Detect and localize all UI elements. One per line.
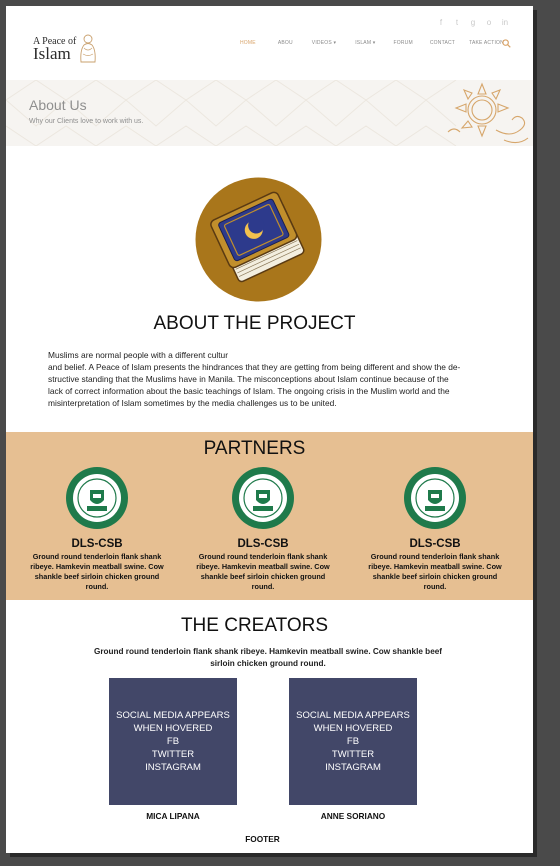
nav-home[interactable]: HOME: [240, 40, 256, 46]
google-plus-icon[interactable]: g: [469, 19, 477, 27]
instagram-link[interactable]: INSTAGRAM: [325, 761, 381, 774]
partner-name: DLS-CSB: [237, 538, 289, 550]
college-seal-icon: [404, 467, 466, 529]
partners-section: PARTNERS DLS-CSB Ground round tenderloin…: [6, 432, 533, 600]
college-seal-icon: [232, 467, 294, 529]
about-line: Muslims are normal people with a differe…: [48, 350, 228, 360]
facebook-link[interactable]: FB: [167, 735, 179, 748]
partner-card[interactable]: DLS-CSB Ground round tenderloin flank sh…: [29, 466, 165, 592]
creators-description: Ground round tenderloin flank shank ribe…: [93, 647, 443, 668]
facebook-icon[interactable]: f: [437, 19, 445, 27]
nav-islam[interactable]: ISLAM ▾: [355, 40, 375, 46]
facebook-link[interactable]: FB: [347, 735, 359, 748]
nav-take-action[interactable]: TAKE ACTION: [469, 40, 504, 46]
card-text: SOCIAL MEDIA APPEARS: [296, 710, 410, 721]
site-logo[interactable]: A Peace of Islam: [33, 32, 99, 66]
partner-name: DLS-CSB: [409, 538, 461, 550]
praying-figure-icon: [80, 34, 96, 63]
nav-videos[interactable]: VIDEOS ▾: [312, 40, 336, 46]
partner-description: Ground round tenderloin flank shank ribe…: [368, 552, 502, 591]
twitter-icon[interactable]: t: [453, 19, 461, 27]
partner-card[interactable]: DLS-CSB Ground round tenderloin flank sh…: [367, 466, 503, 592]
logo-line-2: Islam: [33, 44, 71, 63]
twitter-link[interactable]: TWITTER: [152, 748, 194, 761]
nav-about[interactable]: ABOU: [278, 40, 293, 46]
about-paragraph: Muslims are normal people with a differe…: [48, 349, 508, 409]
page-title: About Us: [29, 97, 87, 113]
about-line: structive standing that the Muslims have…: [48, 374, 449, 384]
creator-card[interactable]: SOCIAL MEDIA APPEARS WHEN HOVERED FB TWI…: [289, 678, 417, 821]
search-icon[interactable]: [502, 39, 511, 48]
sun-icon: [447, 82, 529, 144]
social-links: f t g o in: [437, 19, 509, 27]
about-line: lack of correct information about the ba…: [48, 386, 450, 396]
about-line: and belief. A Peace of Islam presents th…: [48, 362, 461, 372]
nav-contact[interactable]: CONTACT: [430, 40, 455, 46]
card-text: WHEN HOVERED: [133, 723, 213, 734]
page-banner: About Us Why our Clients love to work wi…: [6, 80, 533, 146]
nav-forum[interactable]: FORUM: [394, 40, 413, 46]
creator-name: ANNE SORIANO: [320, 811, 386, 821]
footer: FOOTER: [245, 834, 280, 844]
card-text: WHEN HOVERED: [313, 723, 393, 734]
dribbble-icon[interactable]: o: [485, 19, 493, 27]
creator-name: MICA LIPANA: [146, 811, 200, 821]
partner-description: Ground round tenderloin flank shank ribe…: [30, 552, 164, 591]
creator-card[interactable]: SOCIAL MEDIA APPEARS WHEN HOVERED FB TWI…: [109, 678, 237, 821]
creators-title: THE CREATORS: [180, 615, 329, 636]
twitter-link[interactable]: TWITTER: [332, 748, 374, 761]
college-seal-icon: [66, 467, 128, 529]
page-artboard: f t g o in A Peace of Islam HOME ABOU VI…: [6, 6, 533, 853]
partners-title: PARTNERS: [203, 438, 306, 459]
site-header: f t g o in A Peace of Islam HOME ABOU VI…: [6, 6, 533, 80]
creator-photo-placeholder[interactable]: SOCIAL MEDIA APPEARS WHEN HOVERED FB TWI…: [289, 678, 417, 805]
about-line: misinterpretation of Islam sometimes by …: [48, 398, 337, 408]
about-title: ABOUT THE PROJECT: [153, 313, 356, 334]
creator-photo-placeholder[interactable]: SOCIAL MEDIA APPEARS WHEN HOVERED FB TWI…: [109, 678, 237, 805]
partner-card[interactable]: DLS-CSB Ground round tenderloin flank sh…: [195, 466, 331, 592]
partner-description: Ground round tenderloin flank shank ribe…: [196, 552, 330, 591]
quran-book-icon: [195, 177, 322, 302]
linkedin-icon[interactable]: in: [501, 19, 509, 27]
card-text: SOCIAL MEDIA APPEARS: [116, 710, 230, 721]
page-subtitle: Why our Clients love to work with us.: [29, 118, 144, 125]
partner-name: DLS-CSB: [71, 538, 123, 550]
main-nav: HOME ABOU VIDEOS ▾ ISLAM ▾ FORUM CONTACT…: [240, 40, 504, 46]
instagram-link[interactable]: INSTAGRAM: [145, 761, 201, 774]
